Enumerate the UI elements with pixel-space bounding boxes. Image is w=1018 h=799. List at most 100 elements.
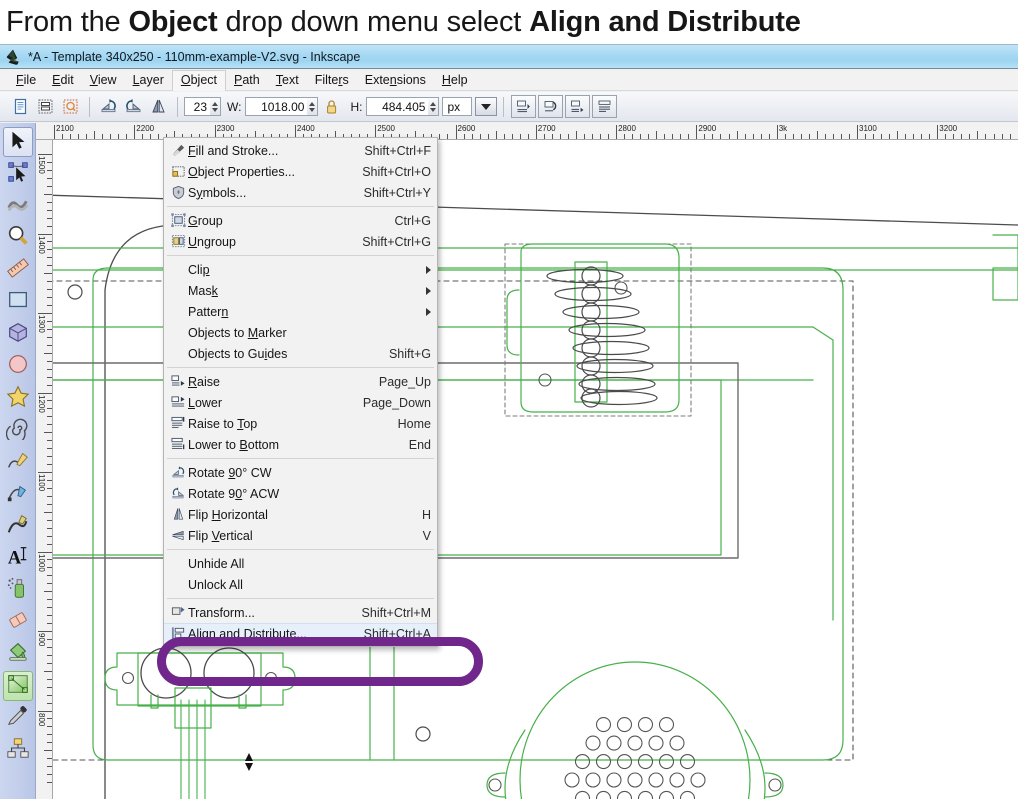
ellipse-tool[interactable]	[3, 351, 33, 381]
menu-item-unlock-all[interactable]: Unlock All	[164, 574, 437, 595]
menu-item-flip-horizontal[interactable]: Flip Horizontal H	[164, 504, 437, 525]
ruler-minor-tick	[704, 134, 706, 139]
menu-item-lower[interactable]: Lower Page_Down	[164, 392, 437, 413]
spray-tool[interactable]	[3, 575, 33, 605]
star-icon	[6, 384, 30, 413]
selector-tool[interactable]	[2, 127, 33, 157]
menu-item-raise-to-top[interactable]: Raise to Top Home	[164, 413, 437, 434]
rotate-cw-icon	[168, 465, 188, 481]
raise-to-top-icon	[168, 416, 188, 432]
zoom-tool[interactable]	[3, 223, 33, 253]
width-spinner[interactable]	[307, 97, 319, 116]
object-dropdown-menu[interactable]: Fill and Stroke... Shift+Ctrl+F Object Pro…	[163, 137, 438, 647]
pencil-tool[interactable]	[3, 447, 33, 477]
gradient-tool[interactable]	[2, 671, 33, 701]
calligraphy-tool[interactable]	[3, 511, 33, 541]
lower-icon	[168, 395, 188, 411]
dropper-tool[interactable]	[3, 703, 33, 733]
ruler-minor-tick	[712, 134, 714, 139]
vertical-ruler: 1500 1400 1300 1200 1100 1000 900 800	[36, 140, 53, 799]
menu-item-unhide-all[interactable]: Unhide All	[164, 553, 437, 574]
menu-item-mask[interactable]: Mask	[164, 280, 437, 301]
menu-item-pattern[interactable]: Pattern	[164, 301, 437, 322]
raise-to-top-button[interactable]	[592, 95, 618, 118]
x-spinner[interactable]	[210, 97, 221, 116]
menu-item-rotate-90-cw[interactable]: Rotate 90° CW	[164, 462, 437, 483]
transform-icon	[168, 605, 188, 621]
layers-icon[interactable]	[35, 96, 56, 117]
bucket-fill-tool[interactable]	[3, 639, 33, 669]
bezier-tool[interactable]	[3, 479, 33, 509]
measure-tool[interactable]	[3, 255, 33, 285]
height-field[interactable]: 484.405	[366, 97, 429, 116]
ellipse-icon	[6, 352, 30, 381]
ruler-minor-tick	[768, 134, 770, 139]
menu-filters[interactable]: Filters	[307, 71, 357, 90]
rectangle-tool[interactable]	[3, 287, 33, 317]
tool-options-bar[interactable]: 23 W: 1018.00 H: 484.405 px	[0, 92, 1018, 122]
eyedropper-icon	[6, 704, 30, 733]
menu-item-rotate-90-acw[interactable]: Rotate 90° ACW	[164, 483, 437, 504]
menu-item-transform[interactable]: Transform... Shift+Ctrl+M	[164, 602, 437, 623]
menu-bar[interactable]: File Edit View Layer Object Path Text Filters Ex…	[0, 69, 1018, 91]
rotate-90-ccw-icon[interactable]	[98, 96, 119, 117]
text-tool[interactable]: A	[3, 543, 33, 573]
star-tool[interactable]	[3, 383, 33, 413]
ruler-minor-tick-v	[47, 495, 52, 497]
box-3d-tool[interactable]	[3, 319, 33, 349]
menu-text[interactable]: Text	[268, 71, 307, 90]
selection-bbox-icon[interactable]	[60, 96, 81, 117]
menu-view[interactable]: View	[82, 71, 125, 90]
ruler-label: 3k	[778, 124, 788, 133]
menu-file[interactable]: File	[8, 71, 44, 90]
node-editor-tool[interactable]	[3, 159, 33, 189]
height-spinner[interactable]	[428, 97, 440, 116]
group-icon	[168, 213, 188, 229]
lower-to-bottom-button[interactable]	[511, 95, 537, 118]
eraser-tool[interactable]	[3, 607, 33, 637]
menu-edit[interactable]: Edit	[44, 71, 82, 90]
flip-horizontal-icon[interactable]	[148, 96, 169, 117]
ruler-label-v: 1500	[37, 156, 46, 174]
menu-item-fill-and-stroke[interactable]: Fill and Stroke... Shift+Ctrl+F	[164, 140, 437, 161]
menu-path[interactable]: Path	[226, 71, 268, 90]
menu-help[interactable]: Help	[434, 71, 476, 90]
ruler-minor-tick-v	[47, 336, 52, 338]
menu-item-align-and-distribute[interactable]: Align and Distribute... Shift+Ctrl+A	[164, 623, 437, 644]
lock-aspect-ratio-icon[interactable]	[322, 96, 340, 117]
menu-item-symbols[interactable]: Symbols... Shift+Ctrl+Y	[164, 182, 437, 203]
ruler-major-tick-v	[38, 472, 52, 473]
unit-dropdown-button[interactable]	[475, 97, 498, 116]
width-field[interactable]: 1018.00	[245, 97, 308, 116]
connector-tool[interactable]	[3, 735, 33, 765]
no-icon	[168, 304, 188, 320]
menu-item-clip[interactable]: Clip	[164, 259, 437, 280]
raise-button[interactable]	[565, 95, 591, 118]
menu-object[interactable]: Object	[171, 69, 227, 91]
ruler-minor-tick-v	[47, 503, 52, 505]
menu-item-raise[interactable]: Raise Page_Up	[164, 371, 437, 392]
spiral-tool[interactable]	[3, 415, 33, 445]
menu-item-objects-to-marker[interactable]: Objects to Marker	[164, 322, 437, 343]
menu-item-group[interactable]: Group Ctrl+G	[164, 210, 437, 231]
ruler-label: 3200	[939, 124, 958, 133]
menu-item-ungroup[interactable]: Ungroup Shift+Ctrl+G	[164, 231, 437, 252]
lower-button[interactable]	[538, 95, 564, 118]
menu-item-flip-vertical[interactable]: Flip Vertical V	[164, 525, 437, 546]
menu-item-shortcut: Shift+Ctrl+O	[362, 164, 431, 179]
menu-layer[interactable]: Layer	[125, 71, 172, 90]
x-field[interactable]: 23	[184, 97, 210, 116]
document-properties-icon[interactable]	[10, 96, 31, 117]
ruler-minor-tick-v	[47, 615, 52, 617]
unit-field[interactable]: px	[442, 97, 473, 116]
menu-item-lower-to-bottom[interactable]: Lower to Bottom End	[164, 434, 437, 455]
cube-icon	[6, 320, 30, 349]
tweak-tool[interactable]	[3, 191, 33, 221]
menu-item-objects-to-guides[interactable]: Objects to Guides Shift+G	[164, 343, 437, 364]
rotate-90-cw-icon[interactable]	[123, 96, 144, 117]
menu-item-label: Unlock All	[188, 577, 243, 592]
tool-box[interactable]: A	[0, 123, 36, 799]
ruler-minor-tick	[873, 134, 875, 139]
menu-extensions[interactable]: Extensions	[357, 71, 434, 90]
menu-item-object-properties[interactable]: Object Properties... Shift+Ctrl+O	[164, 161, 437, 182]
